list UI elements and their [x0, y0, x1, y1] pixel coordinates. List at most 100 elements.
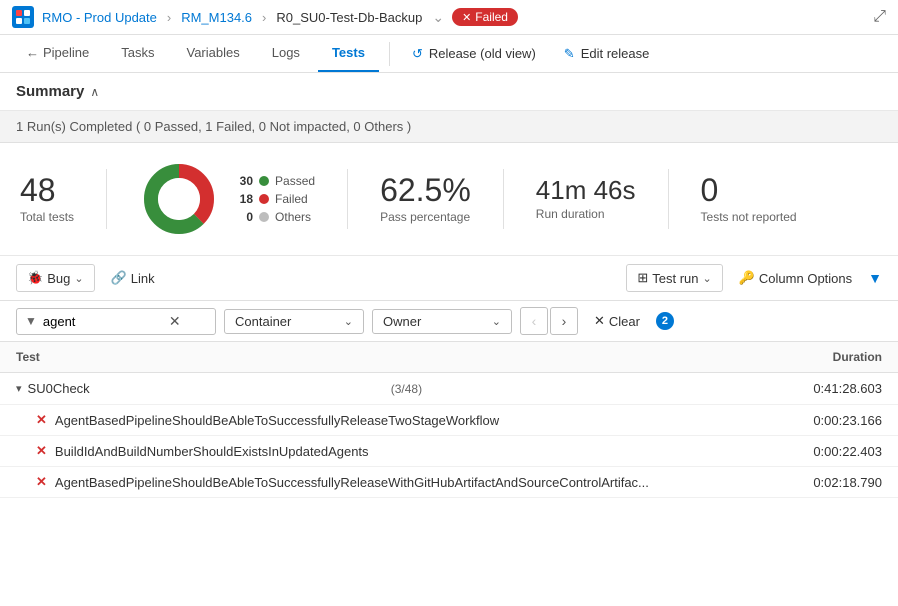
- column-options-button[interactable]: 🔑 Column Options: [731, 265, 860, 291]
- tab-tasks[interactable]: Tasks: [107, 35, 168, 72]
- list-item[interactable]: ✕ AgentBasedPipelineShouldBeAbleToSucces…: [0, 467, 898, 498]
- filter-button[interactable]: ▼: [868, 270, 882, 286]
- clear-x-icon: ✕: [594, 313, 605, 329]
- failed-dot: [259, 194, 269, 204]
- pagination-arrows: ‹ ›: [520, 307, 578, 335]
- total-tests-label: Total tests: [20, 210, 74, 224]
- nav-separator: [389, 42, 390, 66]
- search-filter-wrap: ▼ ✕: [16, 308, 216, 335]
- test-run-chevron-icon[interactable]: ⌄: [703, 272, 712, 285]
- fail-icon: ✕: [36, 412, 47, 428]
- bug-icon: 🐞: [27, 270, 43, 286]
- test-run-button[interactable]: ⊞ Test run ⌄: [626, 264, 722, 292]
- legend-passed: 30 Passed: [235, 174, 315, 188]
- total-tests-number: 48: [20, 174, 56, 206]
- breadcrumb-level1[interactable]: RMO - Prod Update: [42, 10, 157, 25]
- test-name: BuildIdAndBuildNumberShouldExistsInUpdat…: [55, 444, 782, 459]
- legend-others: 0 Others: [235, 210, 315, 224]
- pass-pct-number: 62.5%: [380, 174, 471, 206]
- filter-row: ▼ ✕ Container ⌄ Owner ⌄ ‹ › ✕ Clear 2: [0, 301, 898, 342]
- stats-row: 48 Total tests 30 Passed: [0, 143, 898, 256]
- search-filter-icon: ▼: [25, 314, 37, 328]
- others-dot: [259, 212, 269, 222]
- refresh-icon: ↺: [412, 46, 423, 62]
- run-duration-label: Run duration: [536, 207, 605, 221]
- edit-icon: ✎: [564, 46, 575, 62]
- fail-icon: ✕: [36, 474, 47, 490]
- test-duration: 0:00:23.166: [782, 413, 882, 428]
- total-tests-stat: 48 Total tests: [20, 174, 106, 224]
- group-name: SU0Check: [28, 381, 388, 396]
- stat-divider-4: [668, 169, 669, 229]
- run-duration-stat: 41m 46s Run duration: [536, 177, 668, 221]
- breadcrumb-dropdown-icon[interactable]: ⌄: [432, 9, 444, 26]
- stat-divider-3: [503, 169, 504, 229]
- bug-button[interactable]: 🐞 Bug ⌄: [16, 264, 95, 292]
- release-old-view-button[interactable]: ↺ Release (old view): [400, 38, 548, 70]
- pass-pct-stat: 62.5% Pass percentage: [380, 174, 503, 224]
- group-chevron-icon: ▾: [16, 382, 22, 395]
- table-header: Test Duration: [0, 342, 898, 373]
- test-name: AgentBasedPipelineShouldBeAbleToSuccessf…: [55, 475, 782, 490]
- group-duration: 0:41:28.603: [782, 381, 882, 396]
- pass-pct-label: Pass percentage: [380, 210, 470, 224]
- top-bar: RMO - Prod Update › RM_M134.6 › R0_SU0-T…: [0, 0, 898, 35]
- tab-pipeline[interactable]: ← Pipeline: [12, 35, 103, 72]
- col-duration-header: Duration: [782, 350, 882, 364]
- stat-divider-1: [106, 169, 107, 229]
- summary-header: Summary ∧: [0, 73, 898, 111]
- run-banner: 1 Run(s) Completed ( 0 Passed, 1 Failed,…: [0, 111, 898, 143]
- not-reported-label: Tests not reported: [701, 210, 797, 224]
- bug-dropdown-icon[interactable]: ⌄: [74, 272, 83, 285]
- expand-icon[interactable]: ⤢: [873, 8, 886, 26]
- list-item[interactable]: ✕ BuildIdAndBuildNumberShouldExistsInUpd…: [0, 436, 898, 467]
- donut-legend: 30 Passed 18 Failed 0 Others: [235, 174, 315, 224]
- breadcrumb-level3[interactable]: R0_SU0-Test-Db-Backup: [276, 10, 422, 25]
- not-reported-number: 0: [701, 174, 719, 206]
- tab-variables[interactable]: Variables: [173, 35, 254, 72]
- search-input[interactable]: [43, 314, 163, 329]
- edit-release-button[interactable]: ✎ Edit release: [552, 38, 662, 70]
- prev-page-button[interactable]: ‹: [520, 307, 548, 335]
- owner-chevron-icon: ⌄: [492, 315, 501, 328]
- column-options-icon: 🔑: [739, 270, 755, 286]
- breadcrumb-level2[interactable]: RM_M134.6: [181, 10, 252, 25]
- link-button[interactable]: 🔗 Link: [103, 265, 163, 291]
- next-page-button[interactable]: ›: [550, 307, 578, 335]
- col-test-header: Test: [16, 350, 782, 364]
- breadcrumb-sep1: ›: [167, 10, 171, 25]
- summary-chevron-icon[interactable]: ∧: [90, 85, 99, 99]
- tab-logs[interactable]: Logs: [258, 35, 314, 72]
- passed-dot: [259, 176, 269, 186]
- fail-icon: ✕: [36, 443, 47, 459]
- test-duration: 0:02:18.790: [782, 475, 882, 490]
- table-row-group[interactable]: ▾ SU0Check (3/48) 0:41:28.603: [0, 373, 898, 405]
- clear-search-icon[interactable]: ✕: [169, 313, 181, 330]
- list-item[interactable]: ✕ AgentBasedPipelineShouldBeAbleToSucces…: [0, 405, 898, 436]
- toolbar: 🐞 Bug ⌄ 🔗 Link ⊞ Test run ⌄ 🔑 Column Opt…: [0, 256, 898, 301]
- status-badge: Failed: [452, 8, 518, 26]
- nav-tabs: ← Pipeline Tasks Variables Logs Tests ↺ …: [0, 35, 898, 73]
- table-body: ▾ SU0Check (3/48) 0:41:28.603 ✕ AgentBas…: [0, 373, 898, 498]
- test-run-icon: ⊞: [637, 270, 648, 286]
- back-arrow-icon: ←: [26, 45, 39, 60]
- app-icon: [12, 6, 34, 28]
- group-count: (3/48): [387, 382, 422, 396]
- stat-divider-2: [347, 169, 348, 229]
- test-name: AgentBasedPipelineShouldBeAbleToSuccessf…: [55, 413, 782, 428]
- owner-filter[interactable]: Owner ⌄: [372, 309, 512, 334]
- test-duration: 0:00:22.403: [782, 444, 882, 459]
- container-filter[interactable]: Container ⌄: [224, 309, 364, 334]
- donut-chart: [139, 159, 219, 239]
- tab-tests[interactable]: Tests: [318, 35, 379, 72]
- not-reported-stat: 0 Tests not reported: [701, 174, 829, 224]
- container-chevron-icon: ⌄: [344, 315, 353, 328]
- run-duration-number: 41m 46s: [536, 177, 636, 203]
- filter-count-badge: 2: [656, 312, 674, 330]
- donut-chart-container: 30 Passed 18 Failed 0 Others: [139, 159, 347, 239]
- legend-failed: 18 Failed: [235, 192, 315, 206]
- clear-filters-button[interactable]: ✕ Clear: [586, 309, 648, 333]
- summary-title: Summary: [16, 83, 84, 100]
- link-icon: 🔗: [111, 270, 127, 286]
- breadcrumb-sep2: ›: [262, 10, 266, 25]
